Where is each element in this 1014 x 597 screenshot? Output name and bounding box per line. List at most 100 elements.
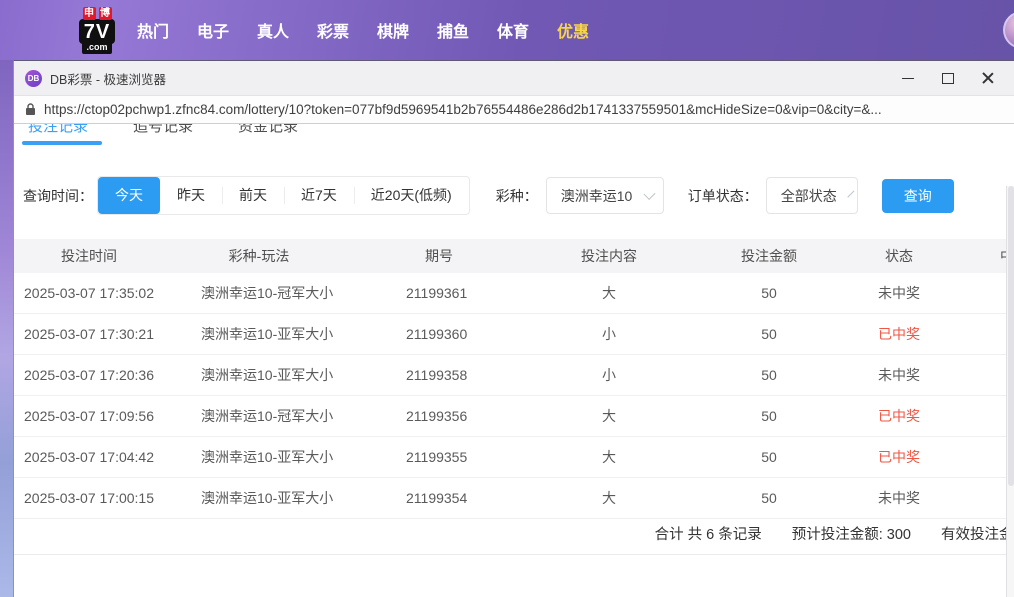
background-page-edge <box>0 60 13 597</box>
status-select-value: 全部状态 <box>781 186 837 206</box>
cell-game-play: 澳洲幸运10-冠军大小 <box>164 273 354 313</box>
cell-bet-content: 小 <box>524 314 694 354</box>
cell-issue-number: 21199356 <box>354 396 524 436</box>
total-records-text: 合计 共 6 条记录 <box>655 523 762 544</box>
cell-bet-content: 大 <box>524 437 694 477</box>
bet-records-table: 投注时间彩种-玩法期号投注内容投注金额状态中 2025-03-07 17:35:… <box>14 239 1014 519</box>
window-title: DB彩票 - 极速浏览器 <box>50 69 166 88</box>
time-filter-label: 查询时间： <box>23 186 93 206</box>
tab[interactable]: 资金记录 <box>238 124 298 136</box>
user-avatar[interactable] <box>1003 11 1014 49</box>
scrollbar-thumb[interactable] <box>1008 186 1014 486</box>
table-row[interactable]: 2025-03-07 17:30:21 澳洲幸运10-亚军大小 21199360… <box>14 314 1014 355</box>
logo-badge-right: 博 <box>99 7 112 20</box>
time-filter-option[interactable]: 今天 <box>98 177 160 214</box>
cell-status: 已中奖 <box>844 396 954 436</box>
cell-issue-number: 21199358 <box>354 355 524 395</box>
chevron-down-icon <box>847 191 854 198</box>
cell-bet-amount: 50 <box>694 396 844 436</box>
cell-bet-amount: 50 <box>694 437 844 477</box>
window-titlebar[interactable]: DB DB彩票 - 极速浏览器 <box>14 61 1014 96</box>
time-filter-option[interactable]: 昨天 <box>160 177 222 214</box>
tab[interactable]: 追号记录 <box>133 124 193 136</box>
close-icon <box>982 72 994 84</box>
tabs-row: 投注记录 追号记录 资金记录 <box>14 124 1014 136</box>
active-tab-underline <box>22 141 102 145</box>
cell-bet-time: 2025-03-07 17:20:36 <box>14 355 164 395</box>
nav-item[interactable]: 彩票 <box>317 18 349 42</box>
cell-prize <box>954 437 1014 477</box>
cell-bet-amount: 50 <box>694 355 844 395</box>
search-button[interactable]: 查询 <box>882 179 954 213</box>
table-header-cell: 彩种-玩法 <box>164 239 354 273</box>
time-filter-option[interactable]: 前天 <box>222 177 284 214</box>
maximize-icon <box>942 73 954 84</box>
cell-game-play: 澳洲幸运10-亚军大小 <box>164 314 354 354</box>
minimize-button[interactable] <box>888 61 928 95</box>
table-header-cell: 投注内容 <box>524 239 694 273</box>
cell-bet-content: 大 <box>524 273 694 313</box>
table-header-cell: 中 <box>954 239 1014 273</box>
order-status-select[interactable]: 全部状态 <box>766 177 858 214</box>
vertical-scrollbar[interactable] <box>1006 186 1014 597</box>
nav-item[interactable]: 棋牌 <box>377 18 409 42</box>
close-button[interactable] <box>968 61 1008 95</box>
cell-game-play: 澳洲幸运10-亚军大小 <box>164 478 354 518</box>
cell-status: 已中奖 <box>844 314 954 354</box>
status-filter-label: 订单状态： <box>688 186 758 206</box>
cell-prize <box>954 314 1014 354</box>
cell-bet-amount: 50 <box>694 273 844 313</box>
logo-main-text: 7V <box>79 19 115 44</box>
page-content: 投注记录追号记录资金记录 查询时间： 今天昨天前天近7天近20天(低频) 彩种：… <box>14 124 1014 597</box>
table-header-row: 投注时间彩种-玩法期号投注内容投注金额状态中 <box>14 239 1014 273</box>
cell-bet-content: 小 <box>524 355 694 395</box>
summary-row: 合计 共 6 条记录 预计投注金额: 300 有效投注金额 <box>14 513 1014 555</box>
cell-game-play: 澳洲幸运10-亚军大小 <box>164 437 354 477</box>
cell-status: 未中奖 <box>844 273 954 313</box>
nav-item[interactable]: 体育 <box>497 18 529 42</box>
cell-bet-content: 大 <box>524 396 694 436</box>
cell-bet-amount: 50 <box>694 314 844 354</box>
nav-item[interactable]: 真人 <box>257 18 289 42</box>
cell-prize <box>954 355 1014 395</box>
nav-item[interactable]: 优惠 <box>557 18 589 42</box>
table-row[interactable]: 2025-03-07 17:35:02 澳洲幸运10-冠军大小 21199361… <box>14 273 1014 314</box>
nav-item[interactable]: 热门 <box>137 18 169 42</box>
cell-issue-number: 21199354 <box>354 478 524 518</box>
window-controls <box>888 61 1008 95</box>
lottery-select[interactable]: 澳洲幸运10 <box>546 177 664 214</box>
cell-bet-time: 2025-03-07 17:04:42 <box>14 437 164 477</box>
table-row[interactable]: 2025-03-07 17:04:42 澳洲幸运10-亚军大小 21199355… <box>14 437 1014 478</box>
url-bar[interactable]: https://ctop02pchwp1.zfnc84.com/lottery/… <box>14 96 1014 124</box>
cell-status: 未中奖 <box>844 478 954 518</box>
time-filter-option[interactable]: 近7天 <box>284 177 354 214</box>
nav-menu: 热门 电子 真人 彩票 棋牌 捕鱼 体育 优惠 <box>137 0 589 60</box>
cell-issue-number: 21199360 <box>354 314 524 354</box>
cell-status: 未中奖 <box>844 355 954 395</box>
browser-app-icon: DB <box>25 70 42 87</box>
table-header-cell: 投注时间 <box>14 239 164 273</box>
lottery-select-value: 澳洲幸运10 <box>561 186 633 206</box>
logo-badges: 申 博 <box>83 7 112 20</box>
tab[interactable]: 投注记录 <box>28 124 88 136</box>
table-row[interactable]: 2025-03-07 17:20:36 澳洲幸运10-亚军大小 21199358… <box>14 355 1014 396</box>
nav-item[interactable]: 电子 <box>197 18 229 42</box>
cell-prize <box>954 396 1014 436</box>
tabs-bar: 投注记录 追号记录 资金记录 <box>14 124 1014 136</box>
time-filter-option[interactable]: 近20天(低频) <box>354 177 469 214</box>
cell-game-play: 澳洲幸运10-亚军大小 <box>164 355 354 395</box>
url-text: https://ctop02pchwp1.zfnc84.com/lottery/… <box>44 102 882 117</box>
table-header-cell: 投注金额 <box>694 239 844 273</box>
table-header-cell: 状态 <box>844 239 954 273</box>
cell-bet-time: 2025-03-07 17:09:56 <box>14 396 164 436</box>
cell-bet-time: 2025-03-07 17:35:02 <box>14 273 164 313</box>
nav-item[interactable]: 捕鱼 <box>437 18 469 42</box>
table-row[interactable]: 2025-03-07 17:09:56 澳洲幸运10-冠军大小 21199356… <box>14 396 1014 437</box>
chevron-down-icon <box>644 188 656 200</box>
cell-bet-time: 2025-03-07 17:00:15 <box>14 478 164 518</box>
maximize-button[interactable] <box>928 61 968 95</box>
valid-amount-text: 有效投注金额 <box>941 523 1014 544</box>
site-logo[interactable]: 申 博 7V .com <box>74 7 120 54</box>
minimize-icon <box>902 78 914 79</box>
cell-bet-content: 大 <box>524 478 694 518</box>
